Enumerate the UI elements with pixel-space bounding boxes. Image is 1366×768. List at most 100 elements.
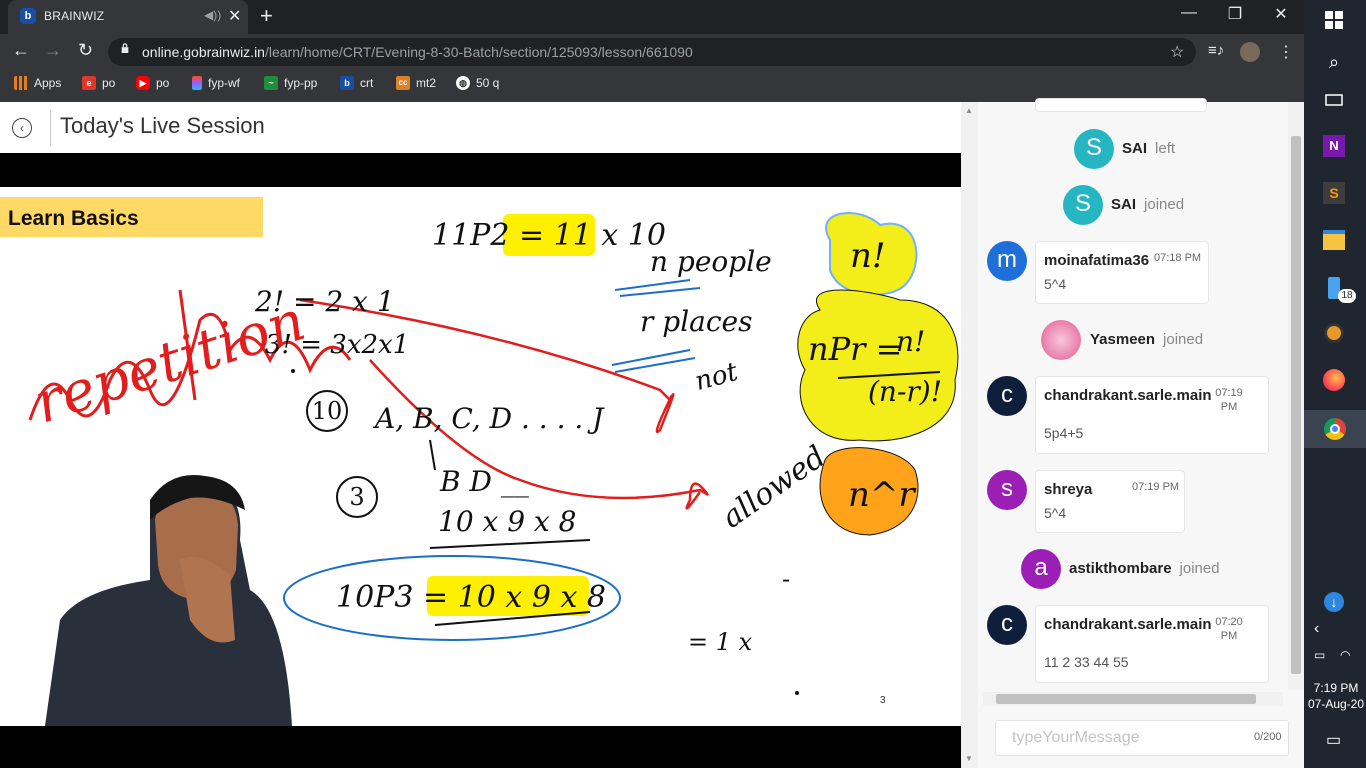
- bookmark-mt2[interactable]: cc mt2: [396, 76, 436, 90]
- avatar-butterfly: [1041, 320, 1081, 360]
- back-circle-icon[interactable]: ‹: [12, 118, 32, 138]
- notification-badge: 18: [1338, 289, 1356, 303]
- download-icon[interactable]: ↓: [1324, 592, 1350, 618]
- url-text: online.gobrainwiz.in/learn/home/CRT/Even…: [142, 44, 693, 60]
- three-circle: 3: [336, 476, 378, 518]
- tab-mute-icon[interactable]: ◀)): [204, 8, 221, 22]
- equals-one-text: = 1 x: [688, 628, 753, 656]
- npr-formula-left-text: nPr =: [808, 330, 903, 368]
- edge-icon: e: [82, 76, 96, 90]
- bookmark-fyp-pp[interactable]: ~ fyp-pp: [264, 76, 317, 90]
- message-text: 5^4: [1044, 276, 1067, 292]
- sublime-text-icon[interactable]: S: [1316, 175, 1352, 211]
- previous-message-card: [1035, 98, 1207, 112]
- message-author: chandrakant.sarle.main: [1044, 616, 1212, 633]
- chat-scroll-thumb[interactable]: [1291, 136, 1301, 674]
- chevron-left-icon[interactable]: ‹: [1314, 620, 1319, 638]
- bookmark-crt[interactable]: b crt: [340, 76, 373, 90]
- message-time: 07:19 PM: [1215, 387, 1243, 413]
- brainwiz-favicon-icon: b: [20, 8, 36, 24]
- close-window-icon[interactable]: ✕: [1258, 4, 1304, 24]
- page-scrollbar[interactable]: [961, 102, 978, 768]
- firefox-icon[interactable]: [1316, 362, 1352, 398]
- message-author: shreya: [1044, 481, 1093, 498]
- bookmark-apps[interactable]: Apps: [14, 76, 61, 90]
- forward-arrow-icon[interactable]: →: [44, 40, 62, 61]
- avatar: c: [987, 605, 1027, 645]
- npr-formula-denominator-text: (n-r)!: [868, 375, 942, 408]
- tab-close-icon[interactable]: ✕: [228, 6, 241, 26]
- r-places-text: r places: [640, 305, 753, 338]
- bookmark-po-edge[interactable]: e po: [82, 76, 115, 90]
- n-power-r-text: n^r: [848, 475, 915, 515]
- avatar: S: [1074, 129, 1114, 169]
- back-arrow-icon[interactable]: ←: [12, 40, 30, 61]
- join-event: astikthombare joined: [1069, 560, 1220, 577]
- message-text: 11 2 33 44 55: [1044, 654, 1129, 670]
- file-explorer-icon[interactable]: [1316, 222, 1352, 258]
- bookmark-fyp-wf[interactable]: fyp-wf: [192, 76, 240, 90]
- ten-circle: 10: [306, 390, 348, 432]
- message-author: chandrakant.sarle.main: [1044, 387, 1212, 404]
- npr-top-text: 11P2 = 11 x 10: [432, 218, 666, 253]
- message-time: 07:18 PM: [1154, 252, 1202, 264]
- letters-text: A, B, C, D . . . . J: [375, 402, 604, 435]
- n-people-text: n people: [650, 245, 772, 278]
- wifi-icon[interactable]: ◠: [1340, 648, 1350, 662]
- product-text: 10 x 9 x 8: [438, 505, 577, 538]
- globe-icon: ◍: [456, 76, 470, 90]
- avatar: s: [987, 470, 1027, 510]
- scroll-down-icon[interactable]: ▼: [965, 754, 973, 763]
- media-player-icon[interactable]: [1316, 315, 1352, 351]
- avatar: a: [1021, 549, 1061, 589]
- cc-icon: cc: [396, 76, 410, 90]
- join-event: SAI joined: [1111, 196, 1185, 213]
- figma-icon: [192, 76, 202, 90]
- message-time: 07:19 PM: [1132, 481, 1180, 493]
- bookmark-po-youtube[interactable]: ▶ po: [136, 76, 169, 90]
- message-text: 5^4: [1044, 505, 1067, 521]
- slide-number: 3: [880, 695, 886, 706]
- header-divider: [50, 110, 51, 146]
- join-event: SAI left: [1122, 140, 1176, 157]
- notifications-icon[interactable]: ▭: [1326, 730, 1341, 750]
- chrome-icon[interactable]: [1304, 410, 1366, 448]
- character-counter: 0/200: [1254, 731, 1282, 743]
- avatar: m: [987, 241, 1027, 281]
- reload-icon[interactable]: ↻: [78, 40, 93, 61]
- bd-blanks-text: B D __: [440, 465, 529, 498]
- lock-icon: [121, 43, 129, 53]
- restore-icon[interactable]: ❐: [1212, 4, 1258, 24]
- bookmark-star-icon[interactable]: ☆: [1170, 42, 1184, 62]
- dash-text: -: [782, 565, 791, 593]
- chat-hscroll-thumb[interactable]: [996, 694, 1256, 704]
- npr-bottom-text: 10P3 = 10 x 9 x 8: [336, 580, 606, 615]
- message-time: 07:20 PM: [1215, 616, 1243, 642]
- new-tab-button[interactable]: +: [260, 3, 273, 29]
- join-event: Yasmeen joined: [1090, 331, 1204, 348]
- onenote-icon[interactable]: N: [1316, 128, 1352, 164]
- brainwiz-b-icon: b: [340, 76, 354, 90]
- menu-kebab-icon[interactable]: ⋮: [1278, 42, 1294, 62]
- chart-icon: ~: [264, 76, 278, 90]
- profile-avatar[interactable]: [1240, 42, 1260, 62]
- message-text: 5p4+5: [1044, 425, 1084, 441]
- browser-tab[interactable]: b BRAINWIZ ◀)) ✕: [8, 0, 248, 34]
- taskbar-clock[interactable]: 7:19 PM 07-Aug-20: [1306, 680, 1366, 712]
- npr-formula-numerator-text: n!: [896, 325, 926, 358]
- bookmark-50q[interactable]: ◍ 50 q: [456, 76, 499, 90]
- chat-input-placeholder: typeYourMessage: [1012, 729, 1140, 746]
- youtube-icon: ▶: [136, 76, 150, 90]
- media-queue-icon[interactable]: ≡♪: [1208, 42, 1224, 59]
- clock-date: 07-Aug-20: [1307, 697, 1365, 711]
- battery-icon[interactable]: ▭: [1314, 648, 1325, 662]
- task-view-icon[interactable]: [1316, 82, 1352, 118]
- avatar: S: [1063, 185, 1103, 225]
- scroll-up-icon[interactable]: ▲: [965, 106, 973, 115]
- search-icon[interactable]: ⌕: [1316, 44, 1352, 80]
- message-author: moinafatima36: [1044, 252, 1150, 269]
- page-title: Today's Live Session: [60, 113, 265, 138]
- n-factorial-text: n!: [850, 236, 886, 276]
- windows-start-icon[interactable]: [1316, 2, 1352, 38]
- minimize-icon[interactable]: —: [1166, 4, 1212, 22]
